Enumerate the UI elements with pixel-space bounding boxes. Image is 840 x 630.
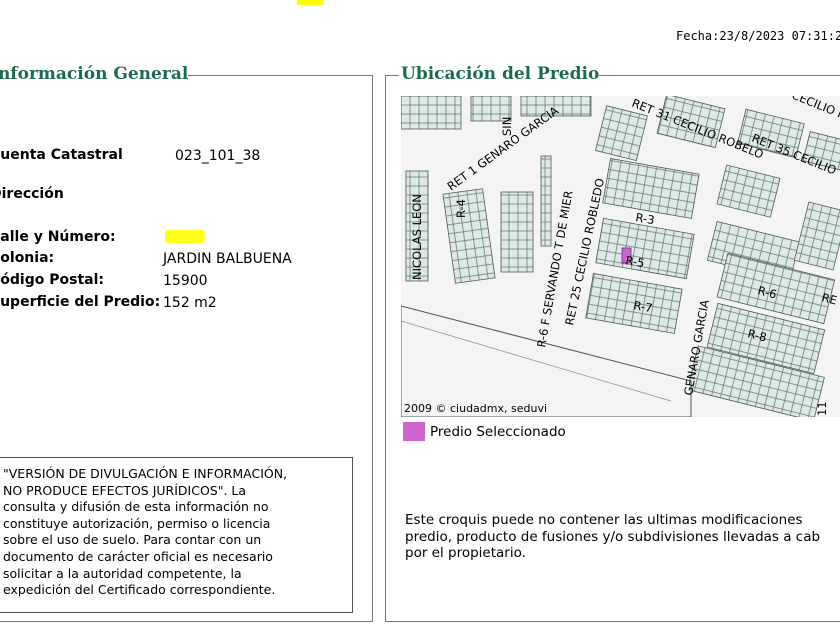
street-label: 11 [815, 401, 829, 416]
selected-lot-legend-label: Predio Seleccionado [430, 424, 566, 440]
highlight-mark [297, 0, 324, 5]
colonia-label: Colonia: [0, 250, 55, 266]
map-copyright: 2009 © ciudadmx, seduvi [404, 402, 548, 415]
map-disclaimer: Este croquis puede no contener las ultim… [405, 512, 835, 562]
info-general-legend: Información General [0, 64, 189, 84]
disclaimer-line: predio, producto de fusiones y/o subdivi… [405, 528, 821, 545]
notice-line: expedición del Certificado correspondien… [3, 582, 276, 598]
street-label: NICOLAS LEON [410, 194, 424, 280]
superficie-value: 152 m2 [163, 295, 217, 311]
notice-line: sobre el uso de suelo. Para contar con u… [3, 532, 262, 548]
legal-notice-box: "VERSIÓN DE DIVULGACIÓN E INFORMACIÓN, N… [0, 457, 353, 613]
calle-numero-value [165, 230, 205, 243]
selected-lot-swatch [403, 422, 425, 441]
notice-line: solicitar a la autoridad competente, la [3, 565, 242, 581]
superficie-label: Superficie del Predio: [0, 294, 161, 310]
codigo-postal-label: Código Postal: [0, 272, 104, 288]
date-stamp: Fecha:23/8/2023 07:31:2 [676, 29, 840, 43]
notice-line: constituye autorización, permiso o licen… [3, 515, 271, 531]
cuenta-catastral-label: Cuenta Catastral [0, 147, 123, 163]
direccion-heading: Dirección [0, 186, 64, 202]
block-label: R-4 [454, 199, 468, 218]
notice-line: documento de carácter oficial es necesar… [3, 548, 273, 564]
ubicacion-legend: Ubicación del Predio [401, 64, 600, 84]
notice-line: consulta y difusión de esta información … [3, 499, 269, 515]
location-map[interactable]: RET 31 CECILIO ROBELO RET 35 CECILIO CEC… [401, 96, 840, 417]
cuenta-catastral-value: 023_101_38 [175, 148, 261, 164]
calle-numero-label: Calle y Número: [0, 229, 116, 245]
disclaimer-line: por el propietario. [405, 545, 526, 561]
colonia-value: JARDIN BALBUENA [163, 251, 292, 267]
notice-line: NO PRODUCE EFECTOS JURÍDICOS". La [3, 482, 247, 498]
street-label: SIN [500, 117, 514, 136]
notice-line: "VERSIÓN DE DIVULGACIÓN E INFORMACIÓN, [3, 466, 288, 481]
disclaimer-line: Este croquis puede no contener las ultim… [405, 512, 803, 528]
codigo-postal-value: 15900 [163, 273, 208, 289]
